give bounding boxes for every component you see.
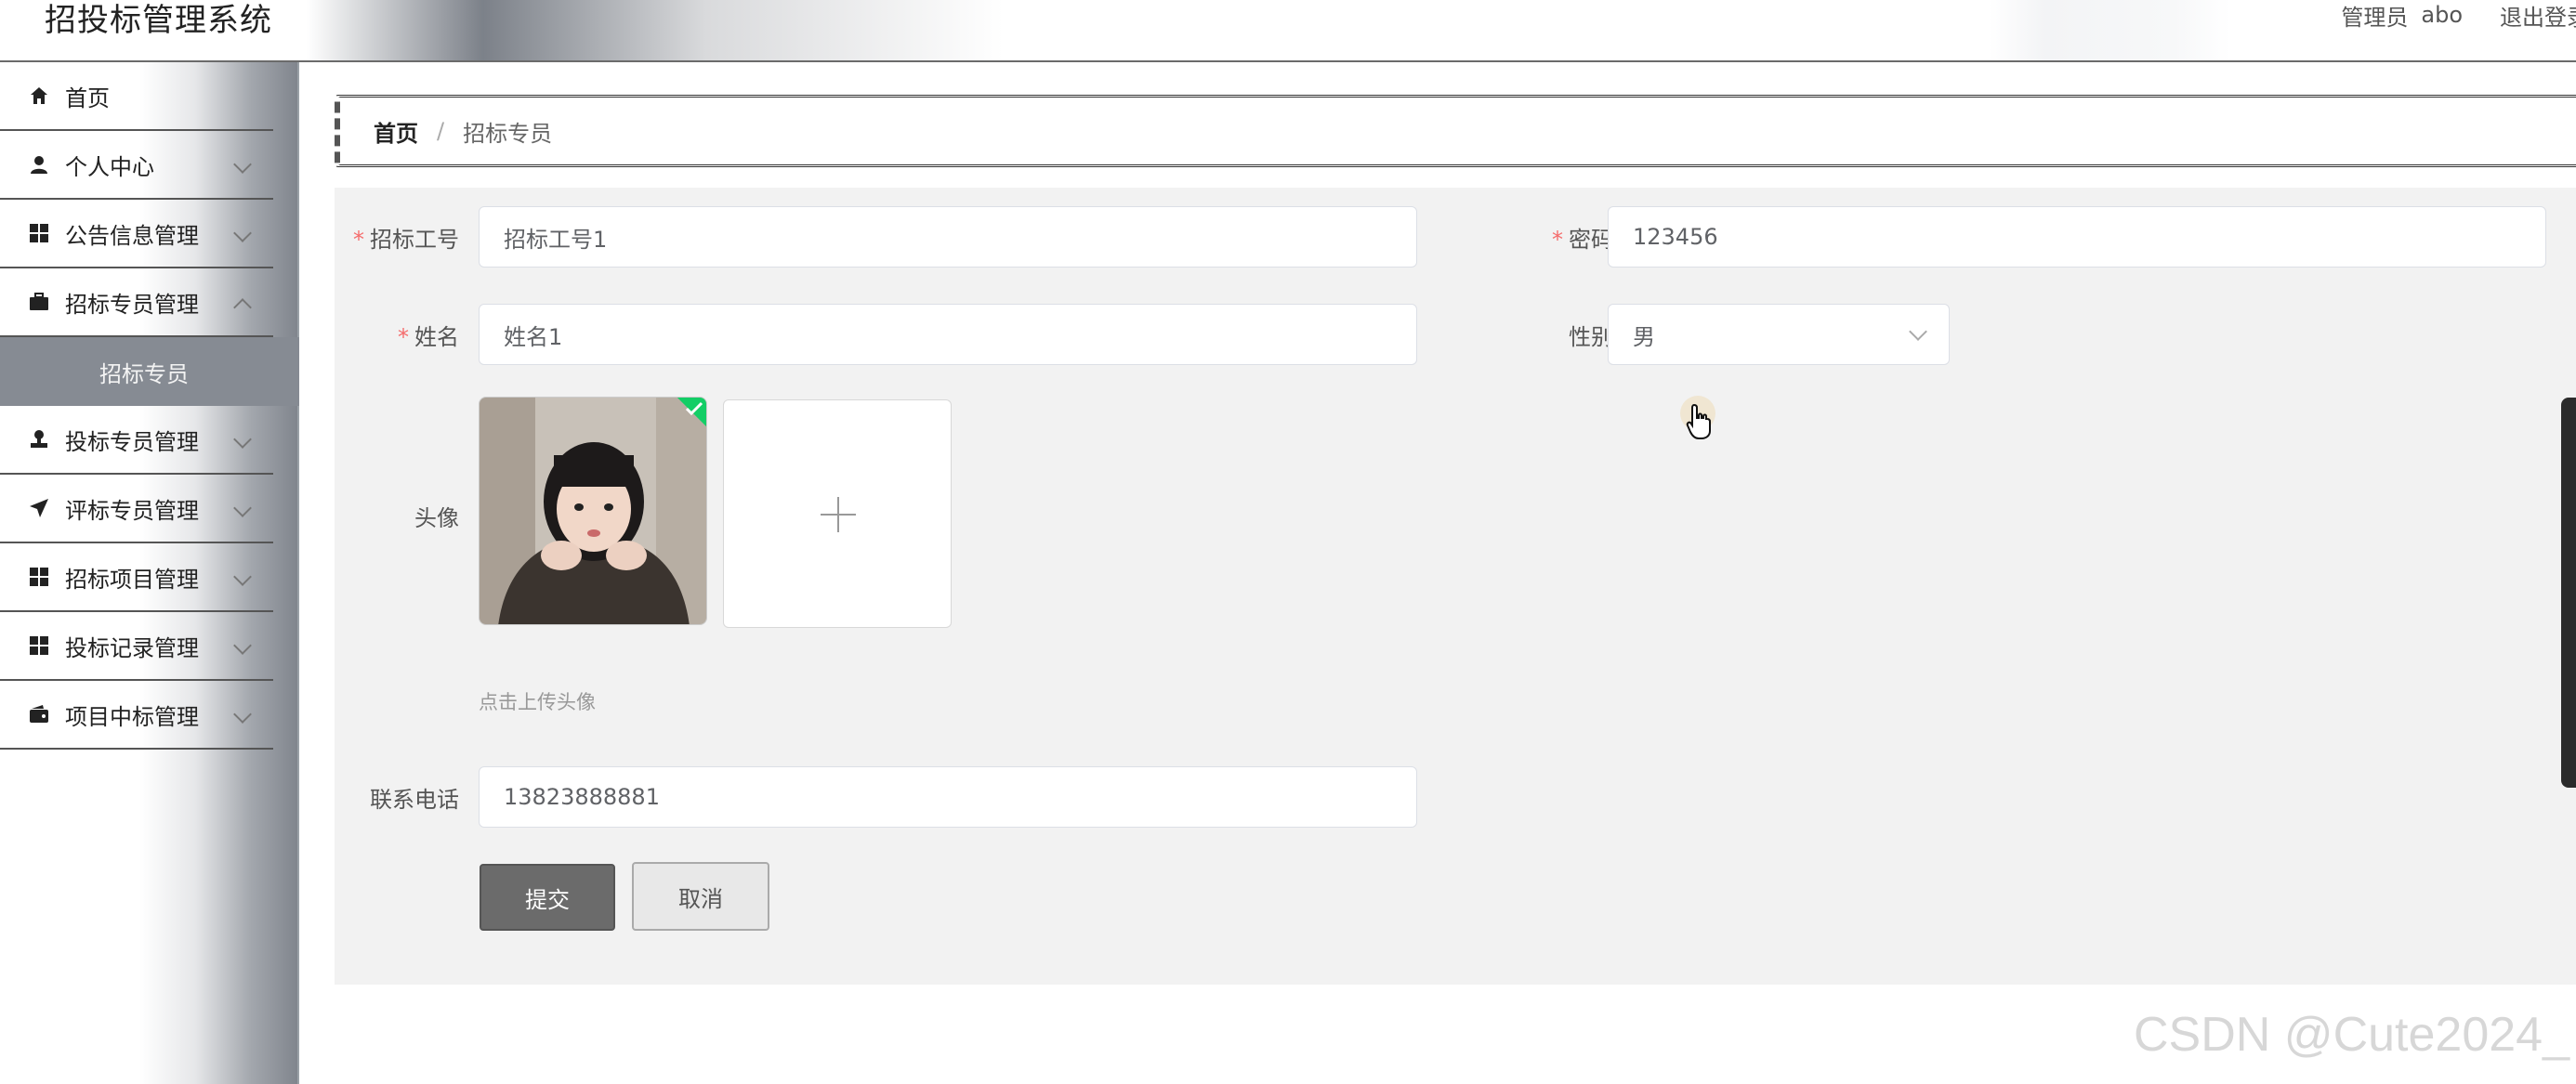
required-marker: * [1552,227,1563,253]
phone-label: 联系电话 [370,787,459,813]
username: abo [2421,2,2463,28]
breadcrumb-current: 招标专员 [463,120,553,147]
chevron-down-icon [1909,322,1927,341]
phone-input[interactable]: 13823888881 [479,766,1417,828]
sidebar-subitem-tender-specialist[interactable]: 招标专员 [0,337,299,406]
plus-icon [837,497,839,532]
sidebar-item-bid-specialist-mgmt[interactable]: 投标专员管理 [0,406,273,475]
user-role: 管理员 [2341,4,2409,31]
chevron-up-icon [233,298,252,317]
sidebar-item-home[interactable]: 首页 [0,62,273,131]
sidebar-item-label: 项目中标管理 [65,703,199,730]
sidebar: 首页 个人中心 公告信息管理 招标专员管理 招标专员 投标专员管理 评标专员管理 [0,62,299,1084]
breadcrumb-separator: / [437,118,445,144]
sidebar-item-tender-project-mgmt[interactable]: 招标项目管理 [0,543,273,612]
app-title: 招投标管理系统 [45,2,272,39]
sidebar-item-label: 投标专员管理 [65,428,199,455]
tender-id-label: * 招标工号 [353,227,459,253]
chevron-down-icon [233,705,252,724]
user-icon [31,156,47,174]
hand-pointer-icon [1686,403,1711,439]
submit-button[interactable]: 提交 [480,864,615,931]
sidebar-item-evaluation-specialist-mgmt[interactable]: 评标专员管理 [0,475,273,543]
breadcrumb-home-link[interactable]: 首页 [374,115,418,148]
avatar-preview[interactable] [479,397,707,625]
wallet-icon [30,705,48,723]
name-input[interactable]: 姓名1 [479,304,1417,365]
required-marker: * [353,227,364,253]
grid-icon [30,568,48,586]
avatar-label: 头像 [414,505,459,531]
sidebar-item-bid-record-mgmt[interactable]: 投标记录管理 [0,612,273,681]
sidebar-item-winning-bid-mgmt[interactable]: 项目中标管理 [0,681,273,750]
check-icon [685,401,703,416]
tender-id-input[interactable]: 招标工号1 [479,206,1417,268]
avatar-upload-button[interactable] [723,399,952,628]
stamp-icon [31,430,47,448]
name-label: * 姓名 [398,324,459,350]
sidebar-menu: 首页 个人中心 公告信息管理 招标专员管理 招标专员 投标专员管理 评标专员管理 [0,62,299,750]
home-icon [31,87,47,104]
chevron-down-icon [233,224,252,242]
sidebar-item-label: 个人中心 [65,153,154,180]
required-marker: * [398,324,409,350]
gender-select-value: 男 [1633,323,1655,350]
avatar-upload-hint: 点击上传头像 [479,691,596,713]
gender-select[interactable]: 男 [1608,304,1950,365]
grid-icon [30,224,48,242]
sidebar-item-label: 公告信息管理 [65,222,199,249]
sidebar-item-label: 评标专员管理 [65,497,199,524]
header-user-area: 管理员 abo 退出登录 [2341,0,2576,32]
chevron-down-icon [233,568,252,586]
chevron-down-icon [233,430,252,449]
side-panel-handle[interactable] [2561,398,2576,788]
avatar-photo [480,398,706,624]
sidebar-item-label: 投标记录管理 [65,634,199,661]
briefcase-icon [30,293,48,310]
chevron-down-icon [233,499,252,517]
sidebar-item-personal-center[interactable]: 个人中心 [0,131,273,200]
chevron-down-icon [233,155,252,174]
sidebar-item-tender-specialist-mgmt[interactable]: 招标专员管理 [0,268,273,337]
password-input[interactable]: 123456 [1608,206,2546,268]
sidebar-item-announcements[interactable]: 公告信息管理 [0,200,273,268]
form-panel: * 招标工号 招标工号1 * 密码 123456 * 姓名 姓名1 性别 男 头像 [335,188,2576,985]
logout-link[interactable]: 退出登录 [2500,0,2576,32]
sidebar-item-label: 招标项目管理 [65,566,199,593]
password-label: * 密码 [1552,227,1613,253]
watermark: CSDN @Cute2024_ [2134,1008,2570,1062]
top-header: 招投标管理系统 管理员 abo 退出登录 [0,0,2576,62]
cancel-button[interactable]: 取消 [632,862,769,931]
grid-icon [30,636,48,655]
sidebar-item-label: 首页 [65,85,110,111]
gender-label: 性别 [1569,324,1613,350]
sidebar-item-label: 招标专员管理 [65,291,199,318]
breadcrumb: 首页 / 招标专员 [335,95,2576,167]
paper-plane-icon [30,499,48,517]
chevron-down-icon [233,636,252,655]
